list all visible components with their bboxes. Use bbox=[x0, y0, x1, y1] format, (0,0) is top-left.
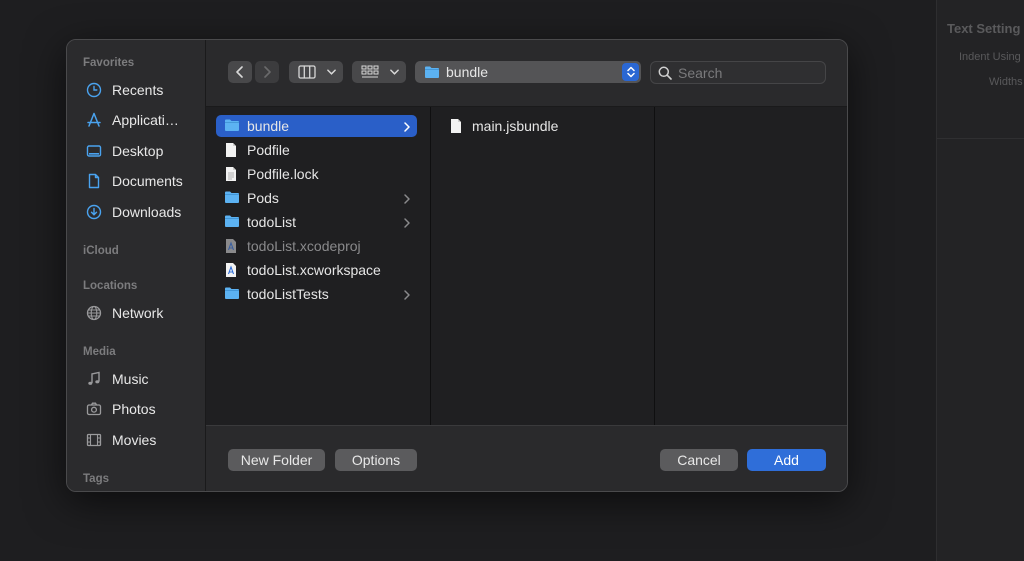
sidebar-section-icloud: iCloud bbox=[83, 245, 119, 257]
sidebar-item-applications[interactable]: Applicati… bbox=[75, 107, 199, 133]
inspector-divider bbox=[937, 138, 1024, 139]
row-label: todoList bbox=[247, 214, 297, 230]
dialog-footer: New Folder Options Cancel Add bbox=[206, 425, 847, 491]
row-label: bundle bbox=[247, 118, 290, 134]
file-icon bbox=[224, 142, 240, 158]
sidebar-item-downloads[interactable]: Downloads bbox=[75, 199, 199, 225]
row-label: Pods bbox=[247, 190, 279, 206]
file-row[interactable]: todoList.xcodeproj bbox=[216, 235, 417, 257]
columns-view-icon bbox=[298, 65, 316, 79]
sidebar-item-label: Downloads bbox=[112, 204, 182, 220]
text-file-icon bbox=[224, 166, 240, 182]
grid-icon bbox=[361, 65, 379, 78]
main-area: bundle bundle Podfile Podfile.lock Pods todo… bbox=[206, 40, 847, 491]
browser-column-3 bbox=[655, 107, 847, 425]
folder-icon bbox=[224, 190, 240, 206]
sidebar-item-recents[interactable]: Recents bbox=[75, 77, 199, 103]
updown-stepper-icon bbox=[622, 63, 639, 81]
row-label: todoList.xcodeproj bbox=[247, 238, 361, 254]
sidebar-item-label: Network bbox=[112, 305, 164, 321]
sidebar-item-desktop[interactable]: Desktop bbox=[75, 138, 199, 164]
file-row[interactable]: main.jsbundle bbox=[441, 115, 641, 137]
file-icon bbox=[449, 118, 465, 134]
folder-row[interactable]: todoList bbox=[216, 211, 417, 233]
desktop-icon bbox=[85, 142, 103, 160]
chevron-down-icon bbox=[327, 69, 336, 75]
camera-icon bbox=[85, 400, 103, 418]
file-row[interactable]: Podfile bbox=[216, 139, 417, 161]
row-label: todoList.xcworkspace bbox=[247, 262, 381, 278]
chevron-right-icon bbox=[403, 120, 411, 132]
file-row[interactable]: Podfile.lock bbox=[216, 163, 417, 185]
search-field[interactable] bbox=[650, 61, 826, 84]
folder-row[interactable]: Pods bbox=[216, 187, 417, 209]
clock-icon bbox=[85, 81, 103, 99]
xcworkspace-icon bbox=[224, 262, 240, 278]
xcodeproj-icon bbox=[224, 238, 240, 254]
folder-icon bbox=[425, 66, 439, 78]
sidebar-item-label: Recents bbox=[112, 82, 164, 98]
folder-row[interactable]: bundle bbox=[216, 115, 417, 137]
path-popup[interactable]: bundle bbox=[415, 61, 641, 83]
toolbar: bundle bbox=[206, 40, 847, 107]
inspector-indent-label: Indent Using bbox=[959, 51, 1021, 63]
sidebar-section-media: Media bbox=[83, 346, 116, 358]
film-icon bbox=[85, 431, 103, 449]
applications-icon bbox=[85, 111, 103, 129]
sidebar-section-tags: Tags bbox=[83, 473, 109, 485]
search-icon bbox=[658, 66, 672, 80]
options-button[interactable]: Options bbox=[335, 449, 417, 471]
inspector-widths-label: Widths bbox=[989, 76, 1023, 88]
sidebar-item-movies[interactable]: Movies bbox=[75, 427, 199, 453]
path-popup-label: bundle bbox=[446, 64, 489, 80]
folder-row[interactable]: todoListTests bbox=[216, 283, 417, 305]
sidebar-item-network[interactable]: Network bbox=[75, 300, 199, 326]
sidebar: Favorites Recents Applicati… Desktop Doc… bbox=[67, 40, 206, 491]
cancel-button[interactable]: Cancel bbox=[660, 449, 738, 471]
sidebar-section-favorites: Favorites bbox=[83, 57, 135, 69]
group-by-button[interactable] bbox=[352, 61, 406, 83]
sidebar-item-label: Movies bbox=[112, 432, 157, 448]
folder-icon bbox=[224, 118, 240, 134]
inspector-title: Text Setting bbox=[947, 21, 1021, 36]
sidebar-item-label: Desktop bbox=[112, 143, 164, 159]
chevron-left-icon bbox=[236, 66, 243, 78]
chevron-down-icon bbox=[390, 69, 399, 75]
download-icon bbox=[85, 203, 103, 221]
sidebar-section-locations: Locations bbox=[83, 280, 138, 292]
chevron-right-icon bbox=[403, 216, 411, 228]
folder-icon bbox=[224, 214, 240, 230]
new-folder-button[interactable]: New Folder bbox=[228, 449, 325, 471]
row-label: Podfile bbox=[247, 142, 290, 158]
sidebar-item-music[interactable]: Music bbox=[75, 366, 199, 392]
view-mode-button[interactable] bbox=[289, 61, 343, 83]
search-input[interactable] bbox=[678, 64, 818, 81]
chevron-right-icon bbox=[264, 66, 271, 78]
folder-icon bbox=[224, 286, 240, 302]
add-button[interactable]: Add bbox=[747, 449, 826, 471]
browser-column-2: main.jsbundle bbox=[431, 107, 655, 425]
open-file-dialog: Favorites Recents Applicati… Desktop Doc… bbox=[66, 39, 848, 492]
file-row[interactable]: todoList.xcworkspace bbox=[216, 259, 417, 281]
document-icon bbox=[85, 172, 103, 190]
background-inspector-panel: Text Setting Indent Using Widths bbox=[936, 0, 1024, 561]
music-note-icon bbox=[85, 370, 103, 388]
chevron-right-icon bbox=[403, 288, 411, 300]
browser-column-1: bundle Podfile Podfile.lock Pods todoList tod… bbox=[206, 107, 431, 425]
row-label: Podfile.lock bbox=[247, 166, 319, 182]
sidebar-item-label: Applicati… bbox=[112, 112, 179, 128]
sidebar-item-label: Music bbox=[112, 371, 149, 387]
row-label: main.jsbundle bbox=[472, 118, 559, 134]
row-label: todoListTests bbox=[247, 286, 329, 302]
forward-button[interactable] bbox=[255, 61, 279, 83]
sidebar-item-documents[interactable]: Documents bbox=[75, 168, 199, 194]
sidebar-item-label: Photos bbox=[112, 401, 156, 417]
chevron-right-icon bbox=[403, 192, 411, 204]
sidebar-item-label: Documents bbox=[112, 173, 183, 189]
sidebar-item-photos[interactable]: Photos bbox=[75, 396, 199, 422]
column-browser: bundle Podfile Podfile.lock Pods todoList tod… bbox=[206, 107, 847, 425]
globe-icon bbox=[85, 304, 103, 322]
back-button[interactable] bbox=[228, 61, 252, 83]
